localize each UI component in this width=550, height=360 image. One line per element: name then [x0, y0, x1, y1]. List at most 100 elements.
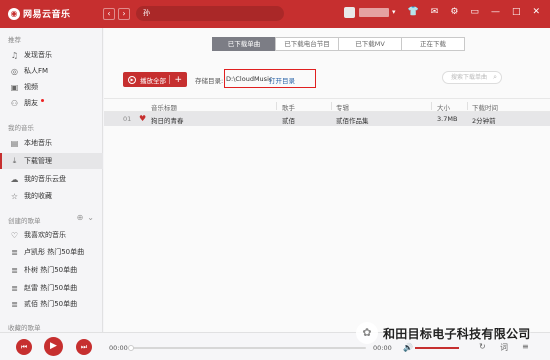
- sidebar-item-label: 下载管理: [24, 157, 52, 165]
- sidebar-item-playlist-3[interactable]: ≣ 赵雷 热门50单曲: [0, 280, 103, 296]
- friends-icon: ⚇: [10, 98, 19, 108]
- volume-slider[interactable]: [415, 347, 459, 349]
- sidebar-item-friends[interactable]: ⚇ 朋友: [0, 95, 103, 111]
- add-playlist-icon[interactable]: ⊕: [77, 213, 84, 222]
- sidebar-item-label: 视频: [24, 83, 38, 91]
- sidebar-item-label: 赵雷 热门50单曲: [24, 284, 78, 292]
- playlist-tools: ⊕ ⌄: [77, 213, 94, 222]
- sidebar: 推荐 ♫ 发现音乐 ◎ 私人FM ▣ 视频 ⚇ 朋友 我的音乐 ▤ 本地音乐 ⤓…: [0, 28, 103, 332]
- progress-bar[interactable]: [128, 345, 366, 351]
- table-header: 音乐标题 歌手 专辑 大小 下载时间: [104, 98, 550, 112]
- table-row[interactable]: 01 ♥ 狗日的青春 贰佰 贰佰作品集 3.7MB 2分钟前: [104, 112, 550, 126]
- search-input[interactable]: 孙: [136, 6, 284, 21]
- section-title-collected: 收藏的歌单: [8, 324, 41, 332]
- sidebar-item-label: 我的音乐云盘: [24, 175, 66, 183]
- next-icon[interactable]: ⏭: [76, 339, 92, 355]
- divider: [431, 102, 432, 110]
- volume-fill: [415, 347, 459, 349]
- sidebar-item-video[interactable]: ▣ 视频: [0, 79, 103, 95]
- username-redacted[interactable]: [359, 8, 389, 17]
- app-logo[interactable]: ◉ 网易云音乐: [8, 7, 71, 20]
- mini-mode-icon[interactable]: ▭: [470, 7, 479, 17]
- back-arrow-icon[interactable]: ‹: [103, 8, 115, 20]
- sidebar-item-liked[interactable]: ♡ 我喜欢的音乐: [0, 227, 103, 243]
- close-icon[interactable]: ✕: [532, 7, 540, 17]
- main-content: 已下载单曲 已下载电台节目 已下载MV 正在下载 ▶ 播放全部 + 存储目录: …: [104, 28, 550, 332]
- watermark: ✿ 和田目标电子科技有限公司: [356, 322, 531, 344]
- row-index: 01: [123, 115, 132, 123]
- column-title[interactable]: 音乐标题: [151, 102, 177, 112]
- tab-downloading[interactable]: 正在下载: [401, 37, 465, 51]
- row-title: 狗日的青春: [151, 117, 184, 125]
- add-to-queue-icon[interactable]: +: [174, 75, 182, 85]
- playlist-icon: ≣: [11, 283, 18, 293]
- divider: [331, 102, 332, 110]
- sidebar-item-playlist-4[interactable]: ≣ 贰佰 热门50单曲: [0, 296, 103, 312]
- sidebar-item-label: 贰佰 热门50单曲: [24, 300, 78, 308]
- row-size: 3.7MB: [437, 115, 458, 123]
- play-all-button[interactable]: ▶ 播放全部 +: [123, 72, 187, 87]
- row-artist[interactable]: 贰佰: [282, 115, 295, 125]
- column-album[interactable]: 专辑: [336, 102, 349, 112]
- video-icon: ▣: [10, 82, 19, 92]
- total-time: 00:00: [373, 344, 392, 352]
- sidebar-item-discover[interactable]: ♫ 发现音乐: [0, 47, 103, 63]
- section-title-my-music: 我的音乐: [8, 124, 34, 132]
- sidebar-item-label: 本地音乐: [24, 139, 52, 147]
- sidebar-item-playlist-2[interactable]: ≣ 朴树 热门50单曲: [0, 262, 103, 278]
- sidebar-item-label: 朋友: [24, 99, 38, 107]
- tab-downloaded-mv[interactable]: 已下载MV: [338, 37, 402, 51]
- sidebar-item-cloud[interactable]: ☁ 我的音乐云盘: [0, 171, 103, 187]
- storage-label: 存储目录:: [195, 77, 224, 85]
- play-icon: ▶: [128, 75, 136, 84]
- search-icon: ⌕: [493, 73, 497, 81]
- sidebar-item-fm[interactable]: ◎ 私人FM: [0, 63, 103, 79]
- playlist-icon: ≣: [11, 247, 18, 257]
- cloud-icon: ☁: [10, 174, 19, 184]
- column-size[interactable]: 大小: [437, 102, 450, 112]
- divider: [276, 102, 277, 110]
- sidebar-item-label: 卢凯彤 热门50单曲: [24, 248, 85, 256]
- playlist-icon: ≣: [11, 265, 18, 275]
- section-title-recommend: 推荐: [8, 36, 21, 44]
- watermark-text: 和田目标电子科技有限公司: [383, 326, 531, 341]
- sidebar-item-collection[interactable]: ☆ 我的收藏: [0, 188, 103, 204]
- tab-downloaded-songs[interactable]: 已下载单曲: [212, 37, 276, 51]
- heart-outline-icon: ♡: [10, 230, 19, 240]
- previous-icon[interactable]: ⏮: [16, 339, 32, 355]
- liked-heart-icon[interactable]: ♥: [139, 114, 146, 123]
- current-time: 00:00: [109, 344, 128, 352]
- progress-knob[interactable]: [128, 345, 134, 351]
- title-bar: ◉ 网易云音乐 ‹ › 孙 ▾ 👕 ✉ ⚙ ▭ — □ ✕: [0, 0, 550, 28]
- collection-icon: ☆: [10, 191, 19, 201]
- forward-arrow-icon[interactable]: ›: [118, 8, 130, 20]
- sidebar-item-downloads[interactable]: ⤓ 下载管理: [0, 153, 103, 169]
- collapse-chevron-icon[interactable]: ⌄: [87, 213, 94, 222]
- download-icon: ⤓: [12, 156, 17, 165]
- volume-icon[interactable]: 🔊: [403, 343, 413, 352]
- column-download-time[interactable]: 下载时间: [472, 102, 498, 112]
- divider: [467, 102, 468, 110]
- settings-icon[interactable]: ⚙: [450, 7, 458, 17]
- row-album[interactable]: 贰佰作品集: [336, 115, 369, 125]
- minimize-icon[interactable]: —: [491, 7, 500, 17]
- sidebar-item-local-music[interactable]: ▤ 本地音乐: [0, 135, 103, 151]
- sidebar-item-playlist-1[interactable]: ≣ 卢凯彤 热门50单曲: [0, 244, 103, 260]
- skin-icon[interactable]: 👕: [408, 7, 419, 17]
- sidebar-item-label: 发现音乐: [24, 51, 52, 59]
- sidebar-item-label: 朴树 热门50单曲: [24, 266, 78, 274]
- search-placeholder: 搜索下载单曲: [451, 74, 488, 81]
- playlist-icon: ≣: [11, 299, 18, 309]
- sidebar-item-label: 我的收藏: [24, 192, 52, 200]
- sidebar-item-label: 我喜欢的音乐: [24, 231, 66, 239]
- column-artist[interactable]: 歌手: [282, 102, 295, 112]
- user-dropdown-icon[interactable]: ▾: [392, 8, 396, 16]
- section-title-created: 创建的歌单: [8, 217, 41, 225]
- avatar[interactable]: [344, 7, 355, 18]
- local-search-input[interactable]: 搜索下载单曲 ⌕: [442, 71, 502, 84]
- play-button[interactable]: ▶: [44, 337, 63, 356]
- tab-downloaded-radio[interactable]: 已下载电台节目: [275, 37, 339, 51]
- mail-icon[interactable]: ✉: [431, 7, 439, 17]
- notification-dot: [41, 99, 44, 102]
- maximize-icon[interactable]: □: [512, 7, 521, 17]
